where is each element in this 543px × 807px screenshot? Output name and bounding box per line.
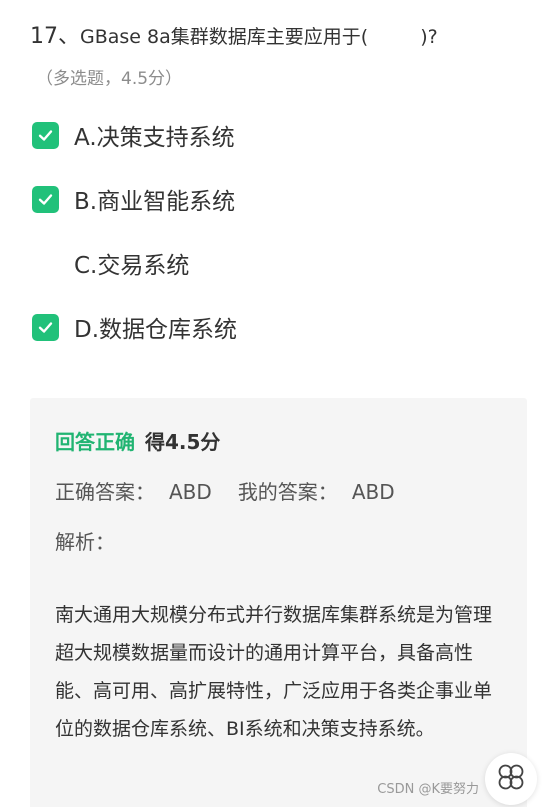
correct-answer-value: ABD: [169, 480, 212, 504]
floating-menu-button[interactable]: [485, 753, 537, 805]
result-status: 回答正确: [55, 430, 135, 454]
check-icon[interactable]: [32, 185, 59, 213]
question-text: GBase 8a集群数据库主要应用于(: [80, 26, 369, 48]
analysis-label: 解析：: [55, 530, 115, 554]
check-icon[interactable]: [32, 121, 59, 149]
option-a[interactable]: A.决策支持系统: [32, 120, 235, 151]
option-label: B.商业智能系统: [74, 189, 236, 215]
result-score: 得4.5分: [145, 430, 221, 454]
option-b[interactable]: B.商业智能系统: [32, 184, 236, 215]
option-c[interactable]: C.交易系统: [32, 248, 190, 279]
unchecked-box[interactable]: [32, 250, 59, 277]
question-title: 17、 GBase 8a集群数据库主要应用于( )?: [30, 18, 530, 52]
watermark: CSDN @K要努力: [377, 782, 479, 797]
option-label: C.交易系统: [74, 253, 190, 279]
check-icon[interactable]: [32, 313, 59, 341]
answers-line: 正确答案： ABD 我的答案： ABD: [55, 476, 395, 505]
correct-answer-label: 正确答案：: [55, 480, 155, 504]
question-text-end: )?: [420, 26, 438, 48]
option-label: D.数据仓库系统: [74, 317, 238, 343]
my-answer-label: 我的答案：: [237, 480, 338, 504]
result-panel: 回答正确 得4.5分 正确答案： ABD 我的答案： ABD 解析： 南大通用大规模分布…: [30, 398, 527, 807]
clover-icon: [496, 762, 526, 796]
result-line: 回答正确 得4.5分: [55, 426, 220, 455]
quiz-page: 17、 GBase 8a集群数据库主要应用于( )? （多选题，4.5分） A.…: [0, 0, 543, 807]
analysis-text: 南大通用大规模分布式并行数据库集群系统是为管理超大规模数据量而设计的通用计算平台…: [55, 604, 493, 740]
option-d[interactable]: D.数据仓库系统: [32, 312, 238, 343]
question-type: （多选题，4.5分）: [36, 69, 183, 89]
my-answer-value: ABD: [351, 480, 395, 504]
question-number: 17、: [30, 24, 80, 49]
option-label: A.决策支持系统: [74, 125, 235, 151]
